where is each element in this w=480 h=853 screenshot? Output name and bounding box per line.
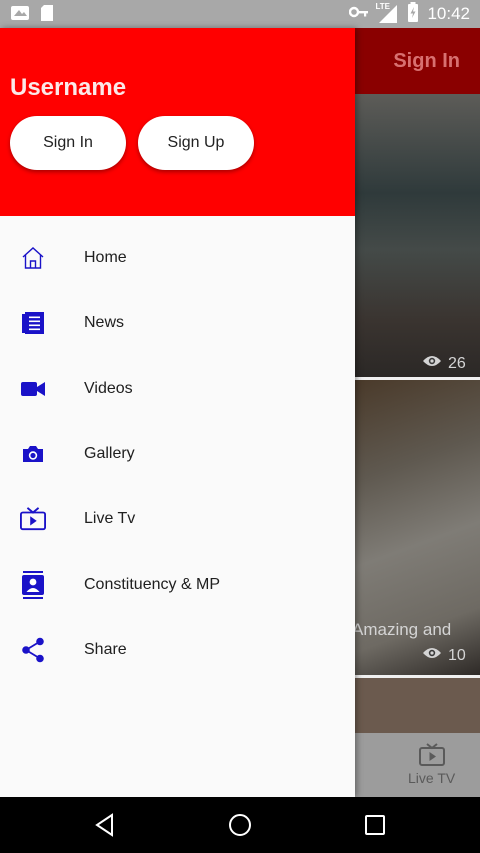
battery-icon bbox=[407, 1, 419, 27]
news-card-image bbox=[355, 678, 480, 733]
drawer-item-share[interactable]: Share bbox=[0, 622, 355, 678]
drawer-item-news[interactable]: News bbox=[0, 295, 355, 351]
drawer-item-label: Gallery bbox=[84, 445, 135, 462]
navigation-drawer: Username Sign In Sign Up Home News Video… bbox=[0, 28, 355, 797]
clock: 10:42 bbox=[427, 4, 470, 23]
bottom-navigation bbox=[355, 733, 480, 797]
views-count: 10 bbox=[422, 646, 466, 665]
sd-card-icon bbox=[40, 4, 54, 27]
drawer-item-label: Live Tv bbox=[84, 510, 136, 527]
eye-icon bbox=[422, 354, 442, 373]
back-icon[interactable] bbox=[91, 811, 119, 839]
system-navigation-bar bbox=[0, 797, 480, 853]
video-camera-icon bbox=[20, 376, 46, 402]
share-icon bbox=[20, 637, 46, 663]
recents-icon[interactable] bbox=[361, 811, 389, 839]
username: Username bbox=[10, 74, 127, 101]
background-sign-in: Sign In bbox=[393, 50, 460, 72]
notification-icon bbox=[10, 4, 30, 27]
tv-icon bbox=[20, 506, 46, 532]
tv-icon bbox=[419, 743, 445, 772]
drawer-item-label: Constituency & MP bbox=[84, 576, 221, 593]
drawer-header: Username Sign In Sign Up bbox=[0, 28, 355, 216]
network-type-label: LTE bbox=[375, 2, 390, 11]
key-icon bbox=[349, 5, 369, 23]
home-icon bbox=[20, 245, 46, 271]
views-count: 26 bbox=[422, 354, 466, 373]
drawer-item-label: Home bbox=[84, 249, 127, 266]
sign-up-button[interactable]: Sign Up bbox=[138, 116, 254, 170]
signal-icon: LTE bbox=[375, 2, 399, 24]
news-card-title: Amazing and bbox=[352, 620, 452, 639]
bottom-nav-live-tv: Live TV bbox=[408, 770, 456, 786]
drawer-item-label: Share bbox=[84, 641, 127, 658]
drawer-item-constituency[interactable]: Constituency & MP bbox=[0, 557, 355, 613]
views-count-value: 26 bbox=[448, 354, 466, 372]
home-circle-icon[interactable] bbox=[226, 811, 254, 839]
drawer-item-label: Videos bbox=[84, 380, 133, 397]
contact-card-icon bbox=[20, 571, 46, 599]
news-card-image bbox=[355, 94, 480, 377]
news-icon bbox=[20, 310, 46, 336]
camera-icon bbox=[20, 441, 46, 467]
views-count-value: 10 bbox=[448, 646, 466, 664]
eye-icon bbox=[422, 646, 442, 665]
drawer-item-gallery[interactable]: Gallery bbox=[0, 426, 355, 482]
drawer-item-videos[interactable]: Videos bbox=[0, 361, 355, 417]
drawer-item-home[interactable]: Home bbox=[0, 230, 355, 286]
drawer-item-live-tv[interactable]: Live Tv bbox=[0, 491, 355, 547]
drawer-item-label: News bbox=[84, 314, 125, 331]
sign-in-button[interactable]: Sign In bbox=[10, 116, 126, 170]
status-bar: LTE 10:42 bbox=[0, 0, 480, 28]
